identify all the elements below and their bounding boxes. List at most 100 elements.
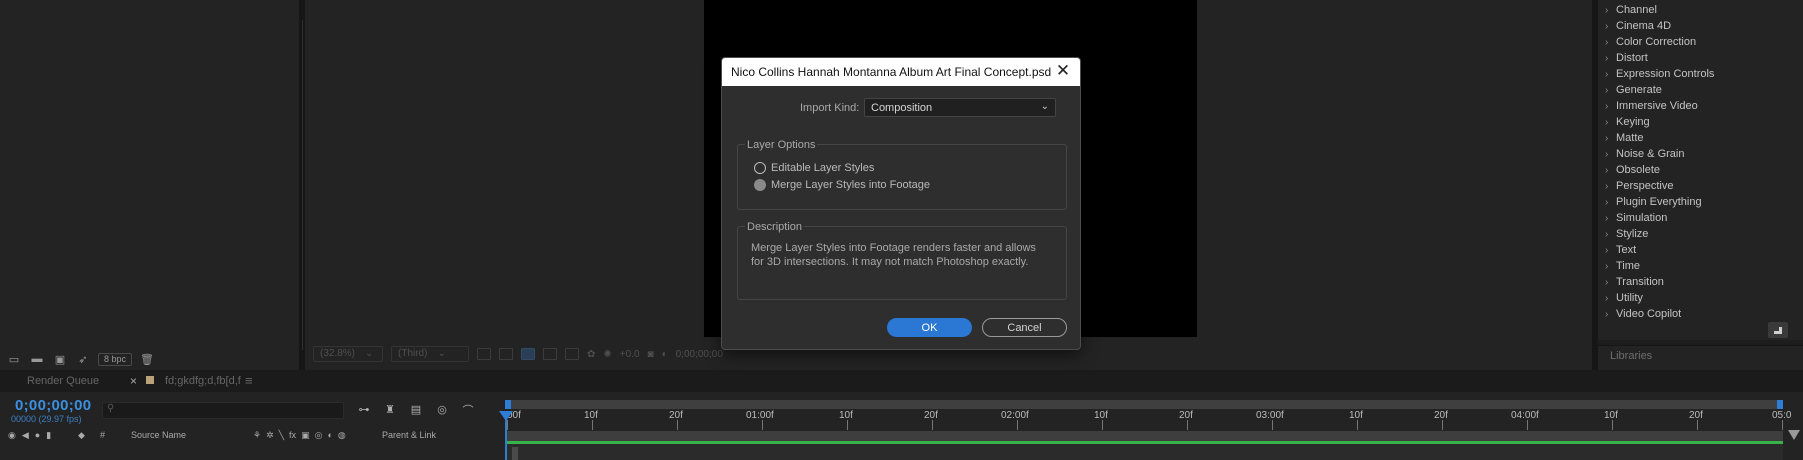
- effects-category-item[interactable]: › Matte: [1605, 130, 1644, 146]
- ruler-tick: [507, 420, 508, 430]
- quality-icon: ╲: [278, 430, 285, 440]
- project-panel: [0, 0, 300, 370]
- description-text: Merge Layer Styles into Footage renders …: [751, 242, 1036, 268]
- work-area-bar[interactable]: [505, 400, 1783, 409]
- effects-category-item[interactable]: › Noise & Grain: [1605, 146, 1684, 162]
- tab-render-queue[interactable]: Render Queue: [27, 375, 99, 387]
- effects-category-item[interactable]: › Immersive Video: [1605, 98, 1698, 114]
- effects-category-item[interactable]: › Expression Controls: [1605, 66, 1714, 82]
- mask-visibility-icon[interactable]: [543, 348, 557, 360]
- effects-category-item[interactable]: › Perspective: [1605, 178, 1673, 194]
- interpret-footage-icon[interactable]: ▭: [6, 352, 22, 366]
- lock-icon[interactable]: ▮: [46, 430, 51, 441]
- zoom-select[interactable]: (32.8%) ⌄: [313, 346, 383, 362]
- audio-icon[interactable]: ◀: [22, 430, 29, 441]
- zoom-value: (32.8%): [320, 348, 356, 359]
- effects-category-item[interactable]: › Keying: [1605, 114, 1650, 130]
- snapshot-icon[interactable]: ◙: [648, 349, 654, 360]
- chevron-right-icon: ›: [1605, 4, 1609, 16]
- safe-margins-icon[interactable]: [521, 348, 535, 360]
- timeline-search-input[interactable]: [102, 402, 344, 419]
- effects-category-item[interactable]: › Cinema 4D: [1605, 18, 1671, 34]
- playhead-line[interactable]: [505, 416, 507, 460]
- ruler-tick-label: 20f: [1689, 410, 1703, 421]
- graph-editor-icon[interactable]: ⌒: [460, 402, 476, 417]
- ok-button[interactable]: OK: [887, 318, 972, 337]
- current-time-display[interactable]: 0;00;00;00: [676, 349, 723, 360]
- effects-category-label: Simulation: [1616, 212, 1668, 224]
- effects-category-item[interactable]: › Obsolete: [1605, 162, 1660, 178]
- radio-merge-layer-styles[interactable]: Merge Layer Styles into Footage: [754, 179, 930, 191]
- trash-icon[interactable]: 🗑: [139, 352, 155, 366]
- close-icon[interactable]: ✕: [1054, 62, 1072, 80]
- timeline-end-handle[interactable]: [1788, 430, 1800, 440]
- effects-category-label: Distort: [1616, 52, 1648, 64]
- import-kind-value: Composition: [871, 101, 933, 114]
- column-source-name[interactable]: Source Name: [131, 430, 186, 440]
- channel-icon[interactable]: [565, 348, 579, 360]
- chevron-right-icon: ›: [1605, 276, 1609, 288]
- chevron-right-icon: ›: [1605, 196, 1609, 208]
- effects-category-item[interactable]: › Time: [1605, 258, 1640, 274]
- exposure-value[interactable]: +0.0: [620, 349, 640, 360]
- effects-category-item[interactable]: › Utility: [1605, 290, 1643, 306]
- chevron-down-icon: ⌄: [365, 348, 374, 359]
- resolution-select[interactable]: (Third) ⌄: [391, 346, 469, 362]
- shy-layers-icon[interactable]: ♜: [382, 402, 398, 417]
- comp-flowchart-icon[interactable]: ⊶: [356, 402, 372, 417]
- effects-category-item[interactable]: › Distort: [1605, 50, 1648, 66]
- effects-category-item[interactable]: › Text: [1605, 242, 1636, 258]
- libraries-tab[interactable]: Libraries: [1610, 350, 1652, 362]
- motion-blur-icon[interactable]: ◎: [434, 402, 450, 417]
- effects-category-item[interactable]: › Stylize: [1605, 226, 1648, 242]
- layer-bar-grip[interactable]: [512, 447, 518, 460]
- effects-category-item[interactable]: › Video Copilot: [1605, 306, 1681, 322]
- show-snapshot-icon[interactable]: ◐: [662, 349, 668, 360]
- effects-category-label: Keying: [1616, 116, 1650, 128]
- video-eye-icon[interactable]: ◉: [8, 430, 16, 441]
- column-parent-link[interactable]: Parent & Link: [382, 430, 436, 440]
- effects-category-item[interactable]: › Simulation: [1605, 210, 1667, 226]
- effects-category-label: Stylize: [1616, 228, 1649, 240]
- color-management-icon[interactable]: ✿: [587, 349, 595, 360]
- panel-menu-icon[interactable]: ≡: [245, 373, 253, 388]
- column-number: #: [100, 430, 106, 440]
- ruler-tick-label: 20f: [924, 410, 938, 421]
- work-area-end-handle[interactable]: [1777, 400, 1783, 409]
- chevron-right-icon: ›: [1605, 228, 1609, 240]
- resolution-value: (Third): [398, 348, 428, 359]
- chevron-down-icon: ⌄: [1040, 101, 1049, 112]
- bit-depth-button[interactable]: 8 bpc: [98, 352, 133, 366]
- frame-blending-icon[interactable]: ▤: [408, 402, 424, 417]
- ruler-tick-label: 10f: [1604, 410, 1618, 421]
- import-kind-select[interactable]: Composition ⌄: [864, 98, 1056, 117]
- playhead-handle[interactable]: [499, 411, 513, 421]
- layer-switches-header: ⚘ ✲ ╲ fx ▣ ◎ ◐ ◍: [253, 430, 346, 441]
- solo-icon[interactable]: ●: [35, 430, 40, 441]
- work-area-start-handle[interactable]: [505, 400, 511, 409]
- ruler-tick: [1357, 420, 1358, 430]
- tab-composition[interactable]: fd;gkdfg;d,fb[d,f: [165, 375, 241, 387]
- ruler-tick: [847, 420, 848, 430]
- effects-category-item[interactable]: › Channel: [1605, 2, 1657, 18]
- effects-category-item[interactable]: › Color Correction: [1605, 34, 1696, 50]
- effects-category-item[interactable]: › Transition: [1605, 274, 1664, 290]
- effects-category-label: Video Copilot: [1616, 308, 1682, 320]
- region-of-interest-icon[interactable]: [477, 348, 491, 360]
- new-folder-icon[interactable]: ▬: [29, 352, 45, 366]
- radio-button-unselected[interactable]: [754, 162, 766, 174]
- exposure-icon[interactable]: ✺: [603, 349, 611, 360]
- label-tag-icon[interactable]: ◆: [78, 430, 85, 441]
- timeline-current-time[interactable]: 0;00;00;00: [15, 397, 91, 414]
- radio-button-selected[interactable]: [754, 179, 766, 191]
- effects-category-item[interactable]: › Plugin Everything: [1605, 194, 1702, 210]
- new-composition-icon[interactable]: ▣: [52, 352, 68, 366]
- new-bin-button[interactable]: [1768, 322, 1788, 338]
- ruler-tick: [1272, 420, 1273, 430]
- flowchart-icon[interactable]: ➶: [75, 352, 91, 366]
- tab-close-icon[interactable]: ×: [130, 374, 137, 388]
- radio-editable-layer-styles[interactable]: Editable Layer Styles: [754, 162, 874, 174]
- effects-category-item[interactable]: › Generate: [1605, 82, 1662, 98]
- transparency-grid-icon[interactable]: [499, 348, 513, 360]
- cancel-button[interactable]: Cancel: [982, 318, 1067, 337]
